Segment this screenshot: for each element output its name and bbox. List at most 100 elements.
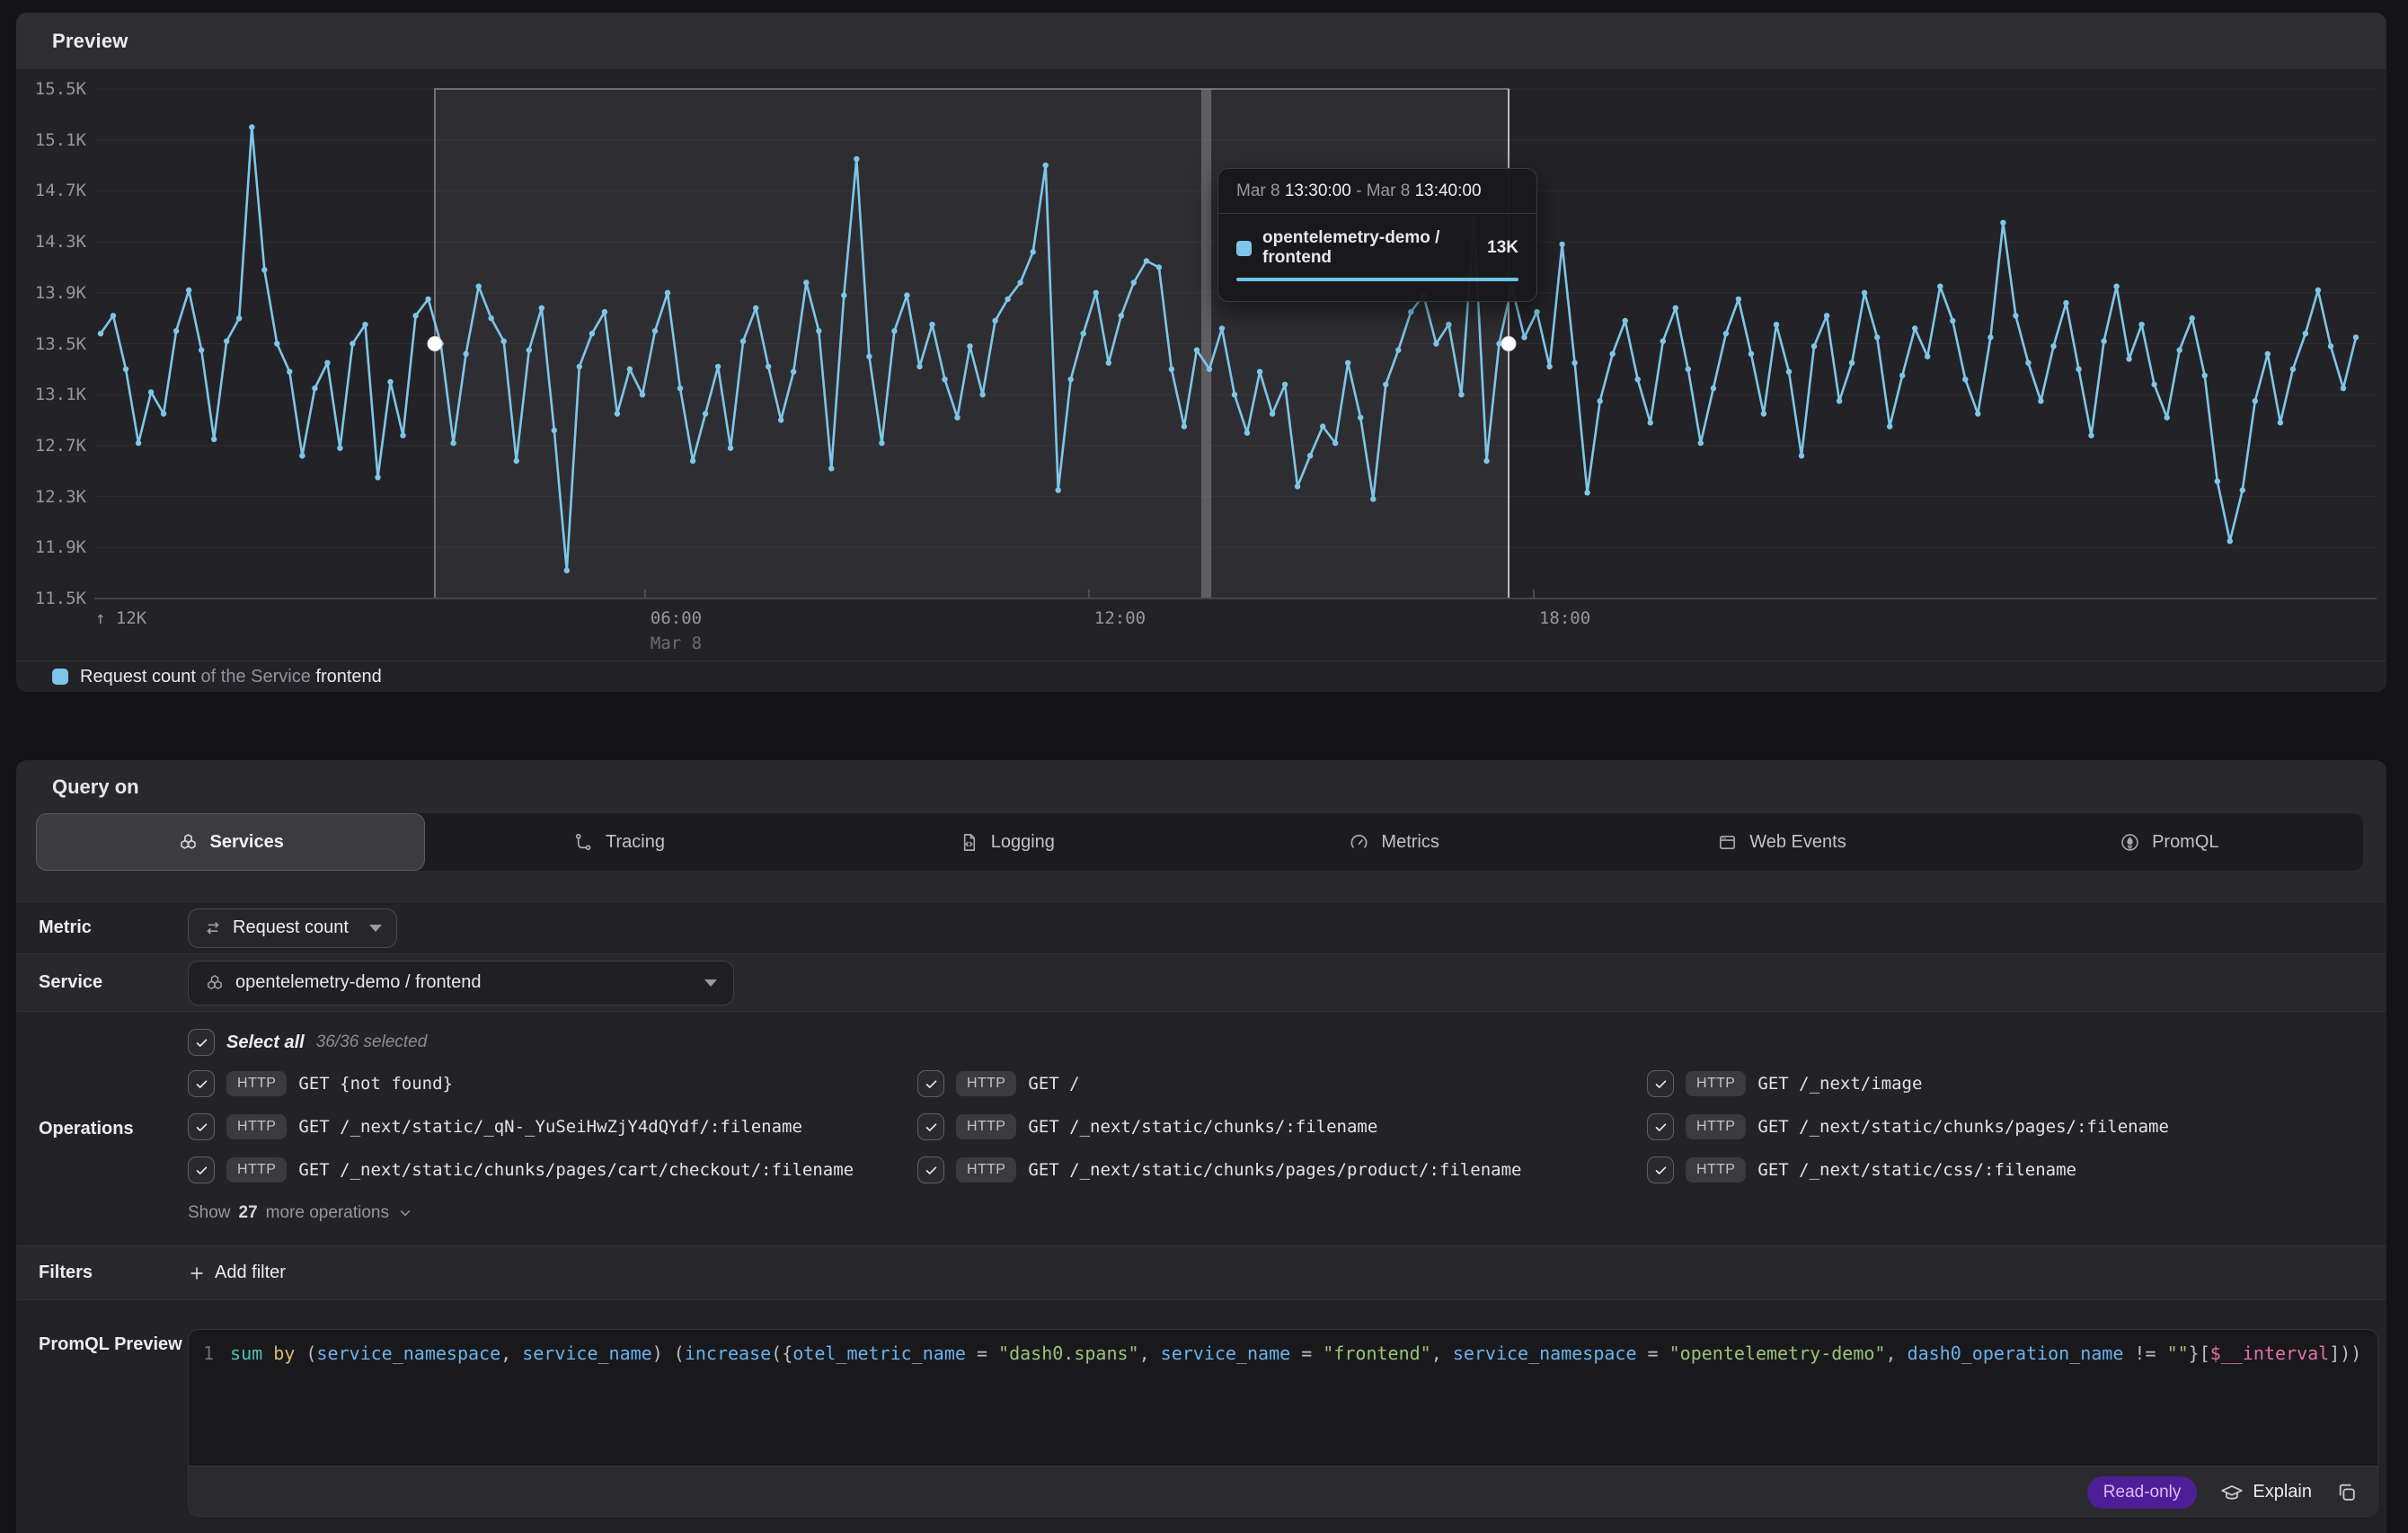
service-row: Service opentelemetry-demo / frontend xyxy=(16,953,2386,1011)
operation-name: GET /_next/static/chunks/pages/:filename xyxy=(1757,1117,2169,1137)
preview-chart[interactable]: 15.5K15.1K14.7K14.3K13.9K13.5K13.1K12.7K… xyxy=(16,69,2386,660)
chevron-down-icon xyxy=(369,925,382,932)
operation-checkbox[interactable] xyxy=(188,1113,215,1140)
select-all-checkbox[interactable] xyxy=(188,1029,215,1056)
y-axis-label: 14.7K xyxy=(25,180,86,201)
operation-item: HTTP GET /_next/image xyxy=(1647,1062,2386,1105)
editor-statusbar: Read-only Explain xyxy=(189,1466,2377,1517)
x-axis-sublabel: Mar 8 xyxy=(651,634,702,653)
operation-item: HTTP GET /_next/static/css/:filename xyxy=(1647,1148,2386,1192)
operation-item: HTTP GET /_next/static/chunks/pages/prod… xyxy=(917,1148,1647,1192)
show-more-operations-button[interactable]: Show 27 more operations xyxy=(188,1193,2386,1233)
y-axis-label: 12.7K xyxy=(25,435,86,456)
query-panel: Query on Services Tracing Logging Metric… xyxy=(16,760,2386,1497)
readonly-badge: Read-only xyxy=(2087,1476,2198,1509)
filters-row: Filters Add filter xyxy=(16,1245,2386,1299)
tab-logging[interactable]: Logging xyxy=(813,813,1200,871)
operation-name: GET /_next/static/_qN-_YuSeiHwZjY4dQYdf/… xyxy=(298,1117,802,1137)
operation-name: GET /_next/static/chunks/pages/cart/chec… xyxy=(298,1160,854,1180)
promql-editor[interactable]: 1 sum by (service_namespace, service_nam… xyxy=(188,1329,2378,1517)
preview-header: Preview xyxy=(16,13,2386,69)
tab-services[interactable]: Services xyxy=(36,813,425,871)
logging-icon xyxy=(959,832,979,853)
operations-row: Operations Select all 36/36 selected HTT… xyxy=(16,1011,2386,1245)
operations-grid: HTTP GET {not found} HTTP GET / HTTP xyxy=(188,1062,2386,1192)
promql-code[interactable]: sum by (service_namespace, service_name)… xyxy=(230,1341,2361,1366)
select-all-label[interactable]: Select all xyxy=(226,1032,305,1053)
x-axis-label: 06:00 Mar 8 xyxy=(651,608,702,653)
promql-code-line[interactable]: 1 sum by (service_namespace, service_nam… xyxy=(189,1330,2377,1366)
http-badge: HTTP xyxy=(1686,1157,1746,1183)
explain-button[interactable]: Explain xyxy=(2220,1481,2312,1504)
swap-icon xyxy=(203,918,223,938)
y-axis-label: 13.1K xyxy=(25,384,86,405)
operation-item: HTTP GET /_next/static/chunks/:filename xyxy=(917,1105,1647,1148)
operation-checkbox[interactable] xyxy=(917,1113,944,1140)
promql-row: PromQL Preview 1 sum by (service_namespa… xyxy=(16,1299,2386,1533)
y-axis-label: 13.5K xyxy=(25,333,86,355)
legend-swatch xyxy=(52,669,68,685)
operation-name: GET {not found} xyxy=(298,1074,453,1094)
operation-checkbox[interactable] xyxy=(1647,1113,1674,1140)
line-number: 1 xyxy=(189,1341,230,1366)
operation-item: HTTP GET {not found} xyxy=(188,1062,917,1105)
service-value: opentelemetry-demo / frontend xyxy=(235,972,482,993)
operation-checkbox[interactable] xyxy=(917,1070,944,1097)
chart-legend: Request count of the Service frontend xyxy=(16,660,2386,692)
operations-label: Operations xyxy=(16,1012,188,1245)
operation-item: HTTP GET /_next/static/chunks/pages/cart… xyxy=(188,1148,917,1192)
operation-checkbox[interactable] xyxy=(188,1070,215,1097)
add-filter-button[interactable]: Add filter xyxy=(188,1263,286,1283)
hexagons-icon xyxy=(205,973,225,993)
web-events-icon xyxy=(1717,832,1738,853)
y-axis-floor-label: ↑ 12K xyxy=(95,608,146,628)
plus-icon xyxy=(188,1264,206,1282)
preview-panel: Preview 15.5K15.1K14.7K14.3K13.9K13.5K13… xyxy=(16,13,2386,692)
y-axis-label: 12.3K xyxy=(25,486,86,508)
series-underline xyxy=(1236,278,1518,281)
chevron-down-icon xyxy=(704,979,717,987)
y-axis-label: 15.1K xyxy=(25,129,86,151)
query-title: Query on xyxy=(16,760,2386,813)
operation-name: GET /_next/static/css/:filename xyxy=(1757,1160,2076,1180)
operation-checkbox[interactable] xyxy=(917,1156,944,1183)
service-select[interactable]: opentelemetry-demo / frontend xyxy=(188,961,734,1006)
tab-promql[interactable]: PromQL xyxy=(1976,813,2363,871)
tooltip-series-row: opentelemetry-demo / frontend 13K xyxy=(1218,214,1536,268)
select-all-row: Select all 36/36 selected xyxy=(188,1023,2386,1062)
operation-name: GET /_next/image xyxy=(1757,1074,1922,1094)
http-badge: HTTP xyxy=(1686,1071,1746,1096)
y-axis-label: 11.5K xyxy=(25,588,86,609)
query-tabs: Services Tracing Logging Metrics Web Eve… xyxy=(36,813,2363,871)
chart-canvas[interactable] xyxy=(16,69,2386,660)
chevron-down-icon xyxy=(397,1205,413,1221)
y-axis-label: 13.9K xyxy=(25,282,86,304)
operation-checkbox[interactable] xyxy=(1647,1156,1674,1183)
graduation-cap-icon xyxy=(2220,1481,2244,1504)
metric-value: Request count xyxy=(233,917,349,938)
operation-checkbox[interactable] xyxy=(188,1156,215,1183)
operation-checkbox[interactable] xyxy=(1647,1070,1674,1097)
tab-web-events[interactable]: Web Events xyxy=(1588,813,1975,871)
chart-tooltip: Mar 8 13:30:00 - Mar 8 13:40:00 opentele… xyxy=(1217,168,1537,302)
http-badge: HTTP xyxy=(956,1071,1016,1096)
metric-select-button[interactable]: Request count xyxy=(188,908,397,948)
operation-item: HTTP GET /_next/static/chunks/pages/:fil… xyxy=(1647,1105,2386,1148)
tab-metrics[interactable]: Metrics xyxy=(1200,813,1588,871)
operation-item: HTTP GET / xyxy=(917,1062,1647,1105)
x-axis-label: 12:00 xyxy=(1094,608,1146,634)
series-value: 13K xyxy=(1487,238,1518,258)
http-badge: HTTP xyxy=(956,1157,1016,1183)
services-icon xyxy=(178,832,199,853)
legend-label: Request count of the Service frontend xyxy=(80,667,382,687)
copy-button[interactable] xyxy=(2335,1481,2358,1503)
operation-name: GET /_next/static/chunks/pages/product/:… xyxy=(1028,1160,1521,1180)
tooltip-time-range: Mar 8 13:30:00 - Mar 8 13:40:00 xyxy=(1218,169,1536,214)
tab-tracing[interactable]: Tracing xyxy=(425,813,812,871)
http-badge: HTTP xyxy=(1686,1114,1746,1139)
service-label: Service xyxy=(16,954,188,1011)
http-badge: HTTP xyxy=(956,1114,1016,1139)
series-label: opentelemetry-demo / frontend xyxy=(1262,228,1476,268)
promql-label: PromQL Preview xyxy=(16,1300,188,1533)
selected-count: 36/36 selected xyxy=(316,1032,428,1052)
